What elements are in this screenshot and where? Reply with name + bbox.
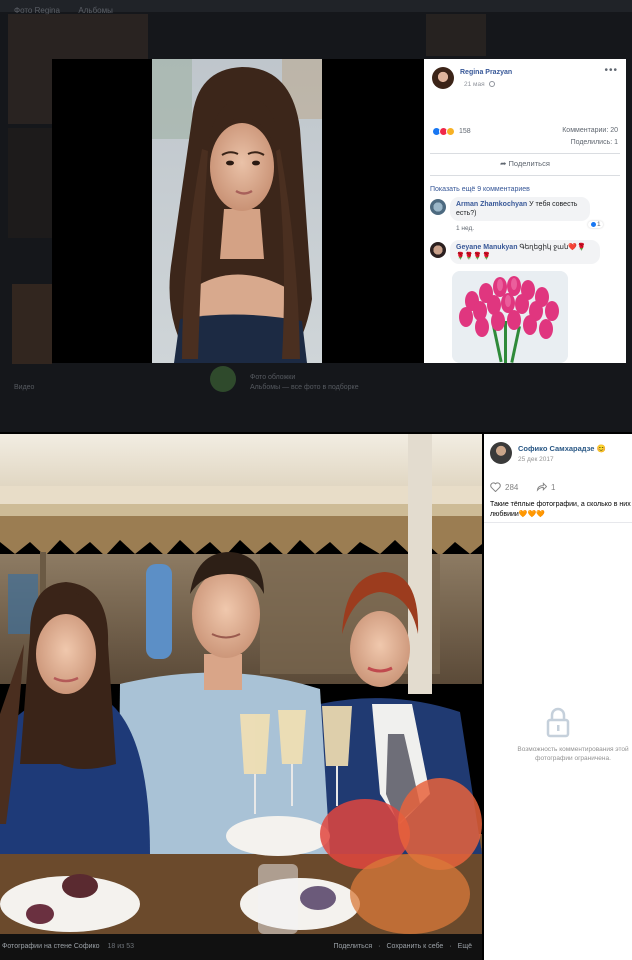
- separator: ·: [378, 943, 381, 950]
- photo-bottom-bar: Фотографии на стене Софико 18 из 53 Поде…: [0, 934, 482, 960]
- photo-actions: Поделиться · Сохранить к себе · Ещё: [333, 943, 472, 950]
- share-link[interactable]: Поделиться: [333, 943, 372, 950]
- comment-likes-count: 1: [597, 221, 601, 228]
- photo-counter: 18 из 53: [107, 943, 135, 950]
- like-reaction-icon: [590, 221, 597, 228]
- divider: [430, 175, 620, 176]
- repost-arrow-icon: [536, 482, 547, 492]
- save-link[interactable]: Сохранить к себе: [386, 943, 443, 950]
- photo-info-panel: Софико Самхарадзе 😊 25 дек 2017 284 1 Та…: [484, 434, 632, 960]
- shares-count[interactable]: Поделились: 1: [571, 139, 618, 146]
- tulips-image: [452, 271, 568, 363]
- caption-hearts: 🧡🧡🧡: [518, 511, 545, 518]
- main-photo[interactable]: [0, 434, 482, 934]
- caption-text: Такие тёплые фотографии, а сколько в них…: [490, 501, 631, 518]
- post-date-text: 21 мая: [464, 81, 485, 88]
- comment-likes[interactable]: 1: [588, 221, 603, 228]
- reactions-count: 158: [459, 128, 471, 135]
- author-avatar[interactable]: [432, 67, 454, 89]
- main-photo[interactable]: [152, 59, 322, 363]
- vk-photo-viewer: Фотографии на стене Софико 18 из 53 Поде…: [0, 432, 632, 960]
- author-name[interactable]: Regina Prazyan: [460, 69, 512, 76]
- facebook-photo-viewer: Фото Regina Альбомы Видео Фото обложки А…: [0, 0, 632, 432]
- likes-count: 284: [505, 482, 519, 492]
- more-link[interactable]: Ещё: [458, 943, 472, 950]
- share-button[interactable]: ➦ Поделиться: [424, 159, 626, 168]
- more-options-icon[interactable]: •••: [604, 65, 618, 76]
- share-arrow-icon: ➦: [500, 159, 507, 168]
- comment-author[interactable]: Geyane Manukyan: [456, 244, 517, 251]
- commenter-avatar[interactable]: [430, 199, 446, 215]
- background-photo: [8, 128, 52, 238]
- portrait-image: [152, 59, 322, 363]
- background-badge: [210, 366, 236, 392]
- background-caption: Альбомы — все фото в подборке: [250, 384, 359, 391]
- repost-button[interactable]: 1: [536, 482, 555, 492]
- divider: [484, 522, 632, 523]
- background-caption: Видео: [14, 384, 35, 391]
- background-photo: [12, 284, 52, 364]
- background-photo: [426, 14, 486, 56]
- like-button[interactable]: 284: [490, 482, 518, 492]
- comment-timestamp[interactable]: 1 нед.: [456, 225, 474, 232]
- comment-sticker-image: [452, 271, 568, 363]
- commenter-avatar[interactable]: [430, 242, 446, 258]
- author-avatar[interactable]: [490, 442, 512, 464]
- comment-bubble: Arman Zhamkochyan У тебя совесть есть?): [450, 197, 590, 221]
- author-name[interactable]: Софико Самхарадзе 😊: [518, 444, 606, 453]
- show-more-comments-link[interactable]: Показать ещё 9 комментариев: [430, 186, 530, 193]
- comments-restricted-notice: Возможность комментирования этой фотогра…: [517, 746, 629, 762]
- reactions-summary[interactable]: 158: [432, 127, 471, 136]
- post-date[interactable]: 21 мая: [464, 81, 496, 88]
- lock-icon: [545, 706, 571, 740]
- background-tabs: Фото Regina Альбомы: [0, 0, 632, 15]
- photo-caption: Такие тёплые фотографии, а сколько в них…: [490, 500, 632, 520]
- photo-date: 25 дек 2017: [518, 456, 554, 463]
- divider: [430, 153, 620, 154]
- background-caption: Фото обложки: [250, 374, 296, 381]
- album-name[interactable]: Фотографии на стене Софико: [2, 943, 100, 950]
- haha-reaction-icon: [446, 127, 455, 136]
- reposts-count: 1: [551, 482, 556, 492]
- family-restaurant-image: [0, 434, 482, 934]
- comment-author[interactable]: Arman Zhamkochyan: [456, 201, 527, 208]
- heart-icon: [490, 482, 501, 492]
- privacy-globe-icon: [489, 81, 496, 87]
- share-button-label: Поделиться: [508, 159, 550, 168]
- separator: ·: [449, 943, 452, 950]
- comment-bubble: Geyane Manukyan Գեղեցիկ ջան❤️🌹🌹🌹🌹🌹: [450, 240, 600, 264]
- comments-count[interactable]: Комментарии: 20: [562, 127, 618, 134]
- post-info-panel: Regina Prazyan 21 мая ••• 158 Комментари…: [424, 59, 626, 363]
- album-info: Фотографии на стене Софико 18 из 53: [2, 943, 134, 950]
